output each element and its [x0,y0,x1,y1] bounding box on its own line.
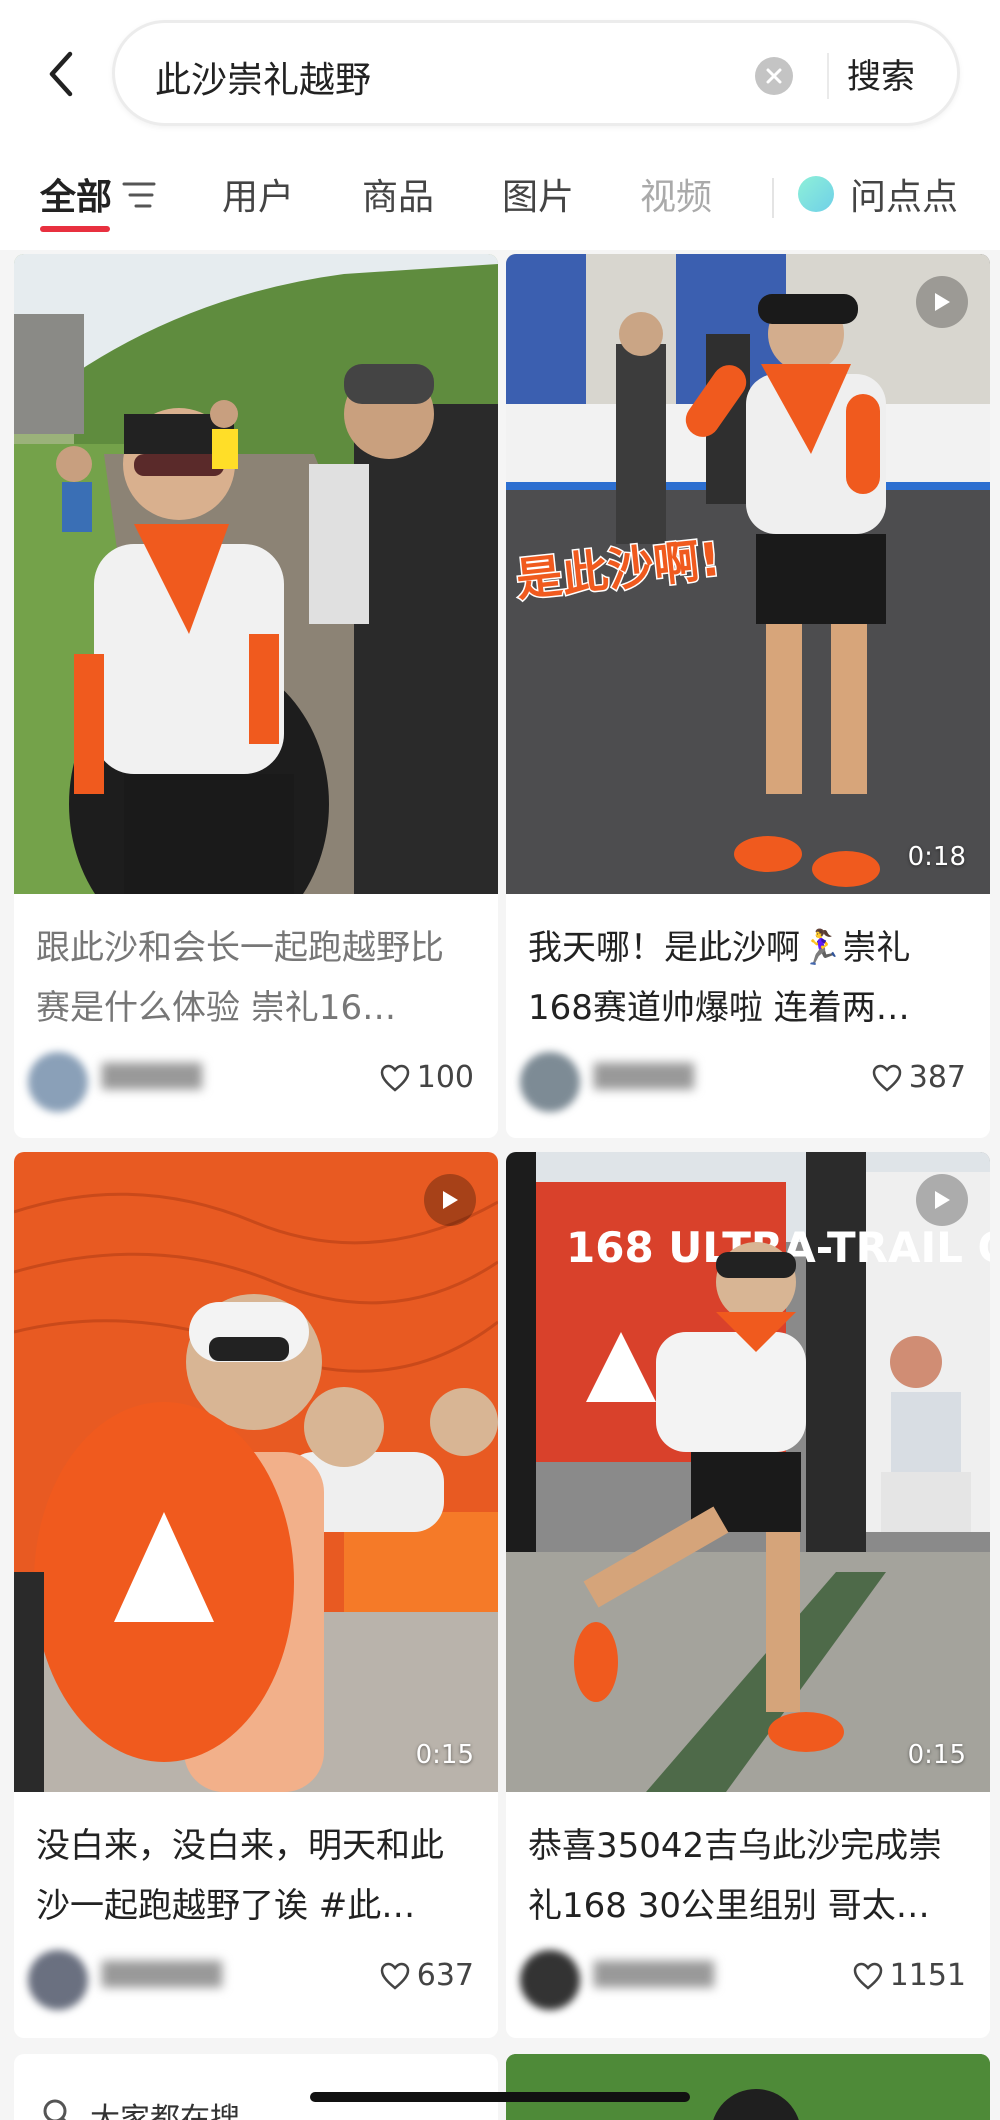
card-title: 恭喜35042吉乌此沙完成崇礼168 30公里组别 哥太… [528,1826,943,1926]
note-card[interactable]: 168 ULTRA-TRAIL CHONGLI 0:15 恭喜35042吉乌 [506,1152,990,2038]
card-title: 我天哪！是此沙啊🏃‍♀️崇礼168赛道帅爆啦 连着两… [528,928,911,1028]
author-name[interactable]: ▇▇▇▇▇ [102,1060,202,1090]
home-indicator[interactable] [310,2092,690,2102]
like-count: 637 [416,1958,474,1993]
video-duration: 0:15 [907,1740,966,1770]
video-duration: 0:18 [907,842,966,872]
play-icon [916,276,968,328]
ask-dot-icon [798,176,834,212]
avatar[interactable] [28,1052,88,1112]
tab-products[interactable]: 商品 [362,168,434,220]
trending-searches-card[interactable]: 大家都在搜 [14,2054,498,2120]
close-icon [766,68,782,84]
avatar[interactable] [520,1950,580,2010]
card-image: 是此沙啊! 0:18 [506,254,990,894]
like-count: 1151 [889,1958,966,1993]
back-button[interactable] [38,44,82,104]
trending-label: 大家都在搜 [90,2102,240,2120]
play-icon [424,1174,476,1226]
heart-icon [380,1962,409,1990]
filter-icon[interactable] [122,180,156,210]
search-button[interactable]: 搜索 [847,49,915,98]
like-button[interactable]: 1151 [852,1958,966,1993]
note-card-peek[interactable] [506,2054,990,2120]
avatar[interactable] [520,1052,580,1112]
heart-icon [853,1962,882,1990]
like-button[interactable]: 387 [871,1060,966,1095]
card-image: 0:15 [14,1152,498,1792]
search-input[interactable]: 此沙崇礼越野 搜索 [112,20,960,126]
note-card[interactable]: 跟此沙和会长一起跑越野比赛是什么体验 崇礼16… ▇▇▇▇▇ 100 [14,254,498,1138]
chevron-left-icon [49,51,73,97]
tab-active-indicator [40,226,110,232]
like-button[interactable]: 100 [379,1060,474,1095]
tab-all[interactable]: 全部 [40,168,112,220]
author-name[interactable]: ▇▇▇▇▇▇ [594,1958,714,1988]
tab-videos[interactable]: 视频 [640,168,712,220]
search-query-text: 此沙崇礼越野 [155,60,372,101]
search-icon [43,2099,67,2120]
video-duration: 0:15 [415,1740,474,1770]
tab-images[interactable]: 图片 [502,168,574,220]
tab-ask[interactable]: 问点点 [850,168,958,220]
card-image [14,254,498,894]
search-results-page: 此沙崇礼越野 搜索 全部 用户 商品 图片 视频 问点点 跟此沙和会长一起跑越野… [0,0,1000,2120]
heart-icon [380,1064,409,1092]
like-count: 387 [908,1060,966,1095]
note-card[interactable]: 是此沙啊! 0:18 我天哪！是此沙啊🏃‍♀️崇礼168赛道帅爆啦 连着两… ▇… [506,254,990,1138]
search-header: 此沙崇礼越野 搜索 [0,0,1000,150]
note-card[interactable]: 0:15 没白来，没白来，明天和此沙一起跑越野了诶 #此… ▇▇▇▇▇▇ 637 [14,1152,498,2038]
card-title: 跟此沙和会长一起跑越野比赛是什么体验 崇礼16… [36,928,444,1028]
like-count: 100 [416,1060,474,1095]
result-tabs: 全部 用户 商品 图片 视频 问点点 [0,150,1000,250]
card-title: 没白来，没白来，明天和此沙一起跑越野了诶 #此… [36,1826,444,1926]
like-button[interactable]: 637 [379,1958,474,1993]
author-name[interactable]: ▇▇▇▇▇▇ [102,1958,222,1988]
search-divider [827,53,829,99]
heart-icon [872,1064,901,1092]
card-image: 168 ULTRA-TRAIL CHONGLI 0:15 [506,1152,990,1792]
tab-users[interactable]: 用户 [222,168,294,220]
avatar[interactable] [28,1950,88,2010]
play-icon [916,1174,968,1226]
clear-search-button[interactable] [755,57,793,95]
tab-separator [772,178,774,218]
author-name[interactable]: ▇▇▇▇▇ [594,1060,694,1090]
